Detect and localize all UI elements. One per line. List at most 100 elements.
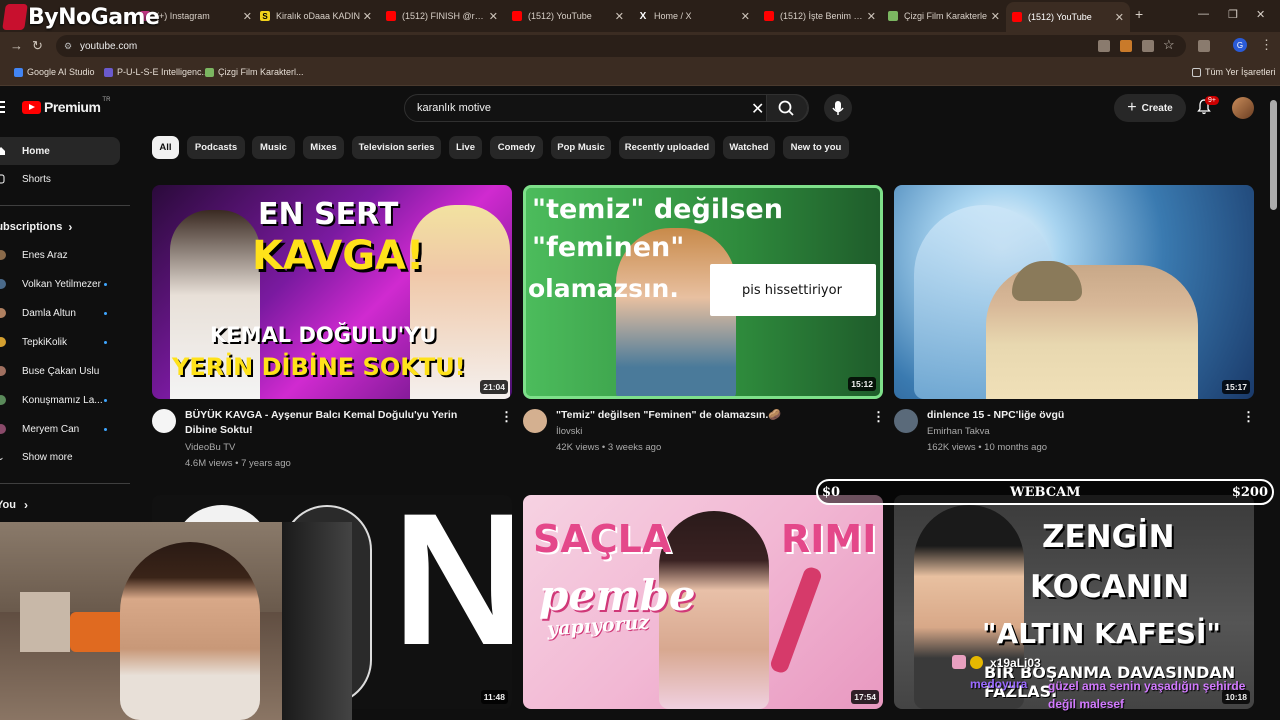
browser-tab[interactable]: S Kiralık oDaaa KADIN ✕ <box>254 4 378 28</box>
close-icon[interactable]: ✕ <box>243 10 252 23</box>
channel-name[interactable]: VideoBu TV <box>185 440 235 456</box>
browser-tab[interactable]: (1512) FINISH @rosel ✕ <box>380 4 504 28</box>
sidebar-item-shorts[interactable]: Shorts <box>0 165 120 193</box>
channel-avatar <box>0 424 6 434</box>
voice-search-button[interactable] <box>824 94 852 122</box>
eye-off-icon[interactable] <box>1142 40 1154 52</box>
new-content-dot <box>104 427 107 431</box>
channel-avatar[interactable] <box>894 409 918 433</box>
hair-tool-figure <box>768 565 824 675</box>
video-thumbnail[interactable]: EN SERT KAVGA! KEMAL DOĞULU'YU YERİN DİB… <box>152 185 512 399</box>
browser-tab[interactable]: Çizgi Film Karakterle ✕ <box>882 4 1006 28</box>
sidebar-you-header[interactable]: You› <box>0 498 28 512</box>
browser-tab[interactable]: (1512) YouTube ✕ <box>506 4 630 28</box>
chip-live[interactable]: Live <box>449 136 482 159</box>
close-icon[interactable]: ✕ <box>741 10 750 23</box>
bookmark-item[interactable]: Google AI Studio <box>14 67 95 77</box>
video-title[interactable]: "Temiz" değilsen "Feminen" de olamazsın.… <box>556 408 861 423</box>
video-duration: 15:12 <box>848 377 876 391</box>
sidebar-show-more[interactable]: ⌄ Show more <box>0 443 130 471</box>
extension-icon[interactable] <box>1120 40 1132 52</box>
account-avatar[interactable] <box>1232 97 1254 119</box>
chip-all[interactable]: All <box>152 136 179 159</box>
close-icon[interactable]: ✕ <box>1115 11 1124 24</box>
url-field[interactable]: ⚙ youtube.com <box>56 35 1186 57</box>
window-close-icon[interactable]: ✕ <box>1256 8 1265 21</box>
browser-tab[interactable]: (1512) İşte Benim Stil ✕ <box>758 4 882 28</box>
sidebar-item-subscription[interactable]: Enes Araz <box>0 241 130 269</box>
browser-tab-x[interactable]: X Home / X ✕ <box>632 4 756 28</box>
x-icon: X <box>639 10 647 22</box>
sidebar-item-subscription[interactable]: Buse Çakan Uslu <box>0 357 130 385</box>
channel-avatar[interactable] <box>523 409 547 433</box>
forward-icon[interactable]: → <box>10 38 23 53</box>
chip-mixes[interactable]: Mixes <box>303 136 344 159</box>
chip-watched[interactable]: Watched <box>723 136 775 159</box>
youtube-premium-logo[interactable]: Premium TR <box>22 97 110 115</box>
page-scrollbar[interactable] <box>1270 100 1277 210</box>
new-tab-button[interactable]: + <box>1135 6 1143 22</box>
logo-badge-icon <box>2 4 28 30</box>
chip-television-series[interactable]: Television series <box>352 136 441 159</box>
extensions-puzzle-icon[interactable] <box>1198 40 1210 52</box>
youtube-icon <box>1012 12 1022 22</box>
video-thumbnail[interactable]: SAÇLA RIMI pembe yapıyoruz 17:54 <box>523 495 883 709</box>
profile-avatar[interactable]: G <box>1233 38 1247 52</box>
sidebar-item-subscription[interactable]: TepkiKolik <box>0 328 130 356</box>
search-box[interactable]: karanlık motive ✕ <box>404 94 809 122</box>
channel-avatar <box>0 279 6 289</box>
video-thumbnail[interactable]: 15:17 <box>894 185 1254 399</box>
reload-icon[interactable]: ↻ <box>32 38 43 54</box>
restore-icon[interactable]: ❐ <box>1228 8 1238 21</box>
browser-tab-bar: (+) Instagram ✕ S Kiralık oDaaa KADIN ✕ (15… <box>0 0 1280 32</box>
chip-pop-music[interactable]: Pop Music <box>551 136 611 159</box>
chip-podcasts[interactable]: Podcasts <box>187 136 245 159</box>
sidebar-item-subscription[interactable]: Meryem Can <box>0 415 130 443</box>
sidebar-item-home[interactable]: Home <box>0 137 120 165</box>
sidebar-item-subscription[interactable]: Volkan Yetilmezer <box>0 270 130 298</box>
chip-recently-uploaded[interactable]: Recently uploaded <box>619 136 715 159</box>
translate-icon[interactable] <box>1098 40 1110 52</box>
minimize-icon[interactable]: — <box>1198 8 1209 20</box>
sidebar-divider <box>0 205 130 206</box>
close-icon[interactable]: ✕ <box>867 10 876 23</box>
new-content-dot <box>104 398 107 402</box>
search-input[interactable]: karanlık motive <box>417 102 491 114</box>
browser-tab-active[interactable]: (1512) YouTube ✕ <box>1006 2 1130 32</box>
chevron-right-icon: › <box>68 220 73 234</box>
chip-comedy[interactable]: Comedy <box>490 136 543 159</box>
video-thumbnail[interactable]: "temiz" değilsen "feminen" olamazsın. pi… <box>523 185 883 399</box>
home-icon <box>0 147 5 155</box>
all-bookmarks[interactable]: Tüm Yer İşaretleri <box>1192 67 1276 77</box>
chip-music[interactable]: Music <box>252 136 295 159</box>
bookmark-item[interactable]: Çizgi Film Karakterl... <box>205 67 304 77</box>
sidebar-item-subscription[interactable]: Damla Altun <box>0 299 130 327</box>
sidebar-subscriptions-header[interactable]: Subscriptions› <box>0 220 72 234</box>
site-info-icon[interactable]: ⚙ <box>64 41 72 52</box>
video-title[interactable]: dinlence 15 - NPC'liğe övgü <box>927 408 1232 423</box>
more-actions-icon[interactable]: ⋮ <box>500 409 513 425</box>
more-actions-icon[interactable]: ⋮ <box>872 409 885 425</box>
chip-new-to-you[interactable]: New to you <box>783 136 849 159</box>
more-actions-icon[interactable]: ⋮ <box>1242 409 1255 425</box>
channel-name[interactable]: Emirhan Takva <box>927 424 990 440</box>
sidebar-item-subscription[interactable]: Konuşmamız La... <box>0 386 130 414</box>
menu-icon[interactable]: ⋮ <box>1260 37 1273 53</box>
close-icon[interactable]: ✕ <box>489 10 498 23</box>
search-button[interactable] <box>766 94 808 122</box>
clear-search-icon[interactable]: ✕ <box>751 99 764 119</box>
create-button[interactable]: + Create <box>1114 94 1186 122</box>
close-icon[interactable]: ✕ <box>363 10 372 23</box>
close-icon[interactable]: ✕ <box>615 10 624 23</box>
video-title[interactable]: BÜYÜK KAVGA - Ayşenur Balcı Kemal Doğulu… <box>185 408 490 438</box>
channel-avatar[interactable] <box>152 409 176 433</box>
bookmark-star-icon[interactable]: ☆ <box>1163 37 1175 53</box>
caption-box: pis hissettiriyor <box>710 264 876 316</box>
close-icon[interactable]: ✕ <box>991 10 1000 23</box>
hamburger-menu-icon[interactable] <box>0 101 5 113</box>
channel-name[interactable]: İlovski <box>556 424 582 440</box>
video-duration: 21:04 <box>480 380 508 394</box>
video-duration: 11:48 <box>480 690 508 704</box>
channel-avatar <box>0 308 6 318</box>
bookmark-item[interactable]: P-U-L-S-E Intelligenc... <box>104 67 209 77</box>
